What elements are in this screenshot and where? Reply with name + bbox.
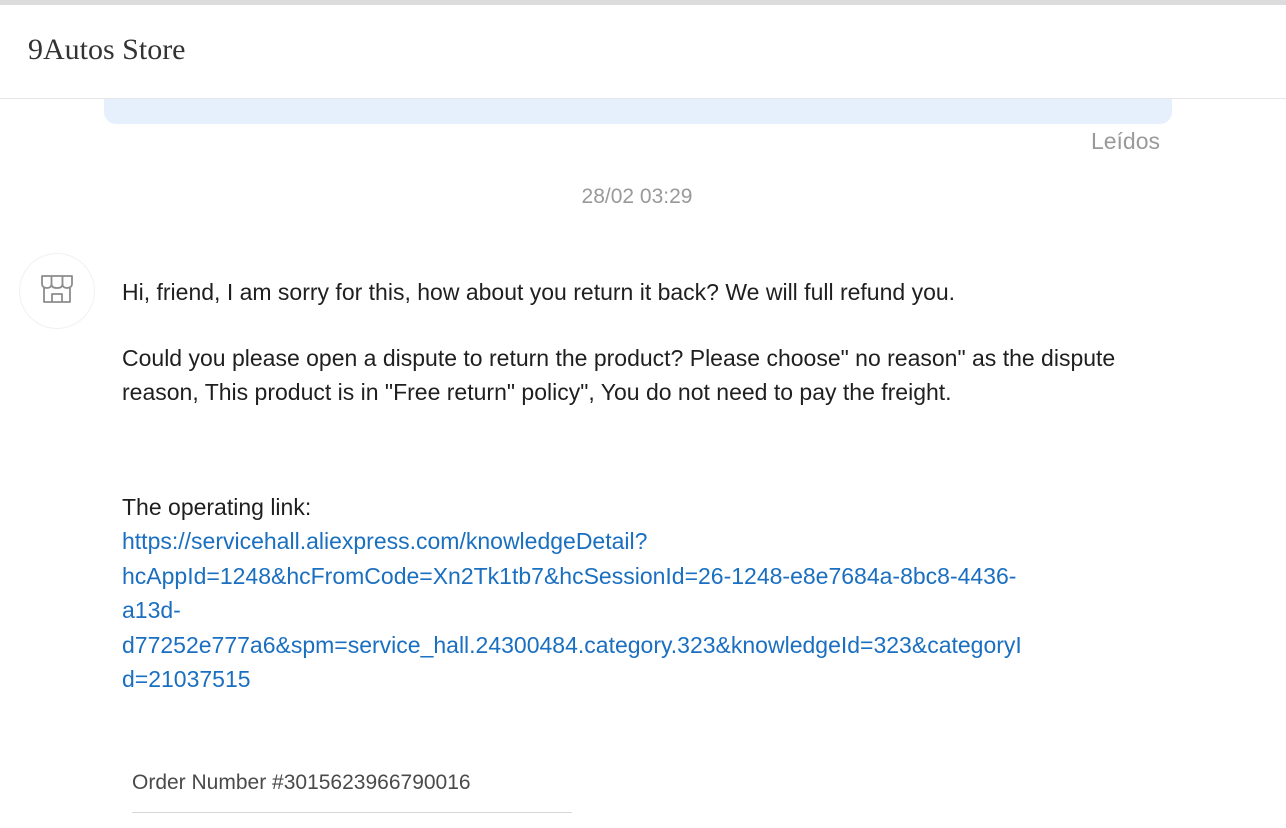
- link-line[interactable]: a13d-: [122, 593, 1162, 628]
- message-paragraph: Hi, friend, I am sorry for this, how abo…: [122, 279, 956, 305]
- chat-header: 9Autos Store: [0, 5, 1286, 99]
- message-paragraph: Could you please open a dispute to retur…: [122, 344, 1116, 406]
- operating-link[interactable]: https://servicehall.aliexpress.com/knowl…: [122, 524, 1162, 697]
- message-timestamp: 28/02 03:29: [581, 185, 693, 208]
- order-number: Order Number #3015623966790016: [132, 771, 471, 794]
- link-line[interactable]: hcAppId=1248&hcFromCode=Xn2Tk1tb7&hcSess…: [122, 559, 1162, 594]
- operating-link-label: The operating link:: [122, 493, 312, 520]
- previous-message-bubble: [104, 99, 1172, 124]
- link-line[interactable]: https://servicehall.aliexpress.com/knowl…: [122, 524, 1162, 559]
- store-name[interactable]: 9Autos Store: [28, 33, 186, 67]
- read-status: Leídos: [1090, 128, 1160, 154]
- seller-avatar[interactable]: [20, 254, 94, 328]
- store-icon: [40, 274, 74, 309]
- link-line[interactable]: d=21037515: [122, 662, 1162, 697]
- link-line[interactable]: d77252e777a6&spm=service_hall.24300484.c…: [122, 628, 1162, 663]
- seller-message: Hi, friend, I am sorry for this, how abo…: [122, 275, 1162, 697]
- order-card[interactable]: Order Number #3015623966790016: [132, 769, 572, 813]
- chat-area[interactable]: Leídos 28/02 03:29 Hi, friend, I am sorr…: [0, 99, 1286, 828]
